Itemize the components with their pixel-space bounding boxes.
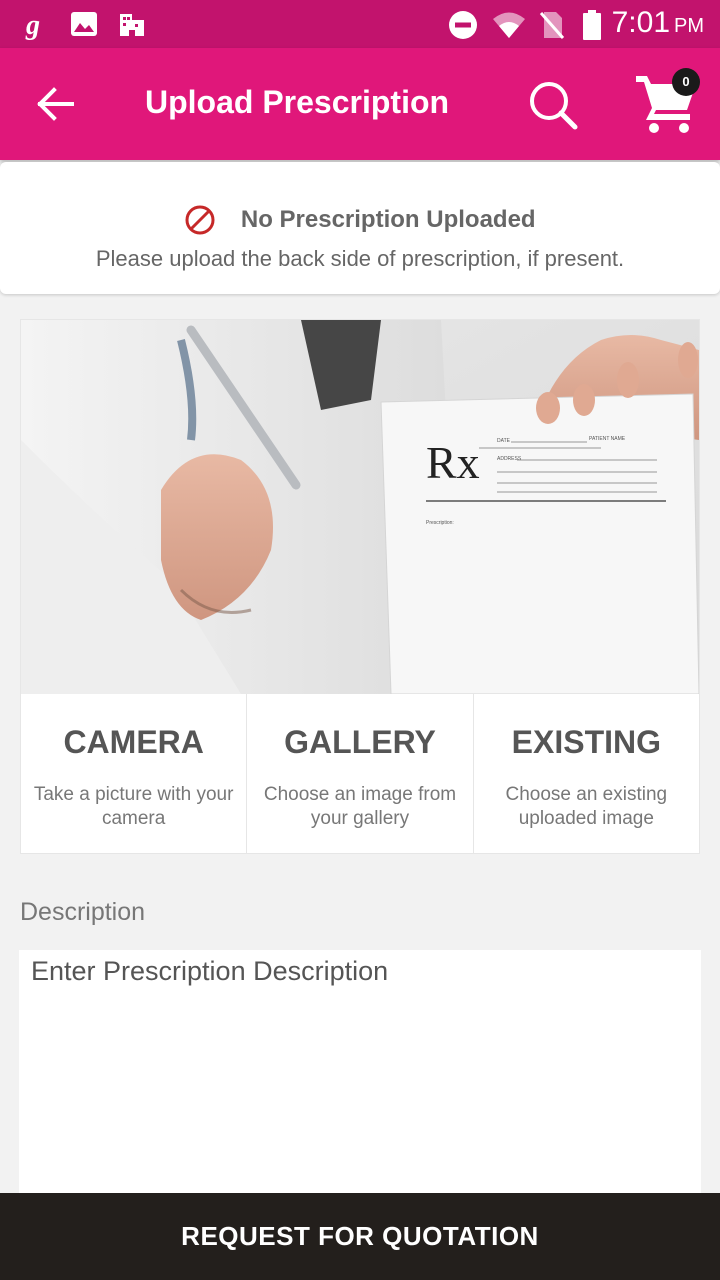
building-icon	[120, 14, 144, 36]
status-bar: g 7:01 PM	[0, 0, 720, 48]
back-arrow-icon	[37, 87, 74, 121]
search-button[interactable]	[526, 78, 580, 132]
status-time-value: 7:01	[611, 6, 670, 39]
upload-card: Rx DATE PATIENT NAME ADDRESS Prescriptio…	[20, 319, 700, 854]
back-button[interactable]	[32, 84, 80, 124]
hero-form-address: ADDRESS	[497, 456, 522, 462]
prescription-hero-image: Rx DATE PATIENT NAME ADDRESS Prescriptio…	[21, 320, 699, 694]
status-time: 7:01 PM	[612, 6, 704, 40]
existing-option-desc: Choose an existing uploaded image	[505, 784, 668, 829]
cart-count-badge: 0	[672, 68, 700, 96]
app-bar: Upload Prescription	[0, 48, 720, 160]
prescription-status-card: No Prescription Uploaded Please upload t…	[0, 162, 720, 294]
gallery-option-desc: Choose an image from your gallery	[263, 784, 457, 829]
page-title: Upload Prescription	[145, 84, 450, 120]
prohibited-icon	[185, 205, 215, 235]
hero-form-prescription: Prescription:	[426, 520, 454, 526]
no-sim-icon	[539, 12, 565, 39]
status-subtitle: Please upload the back side of prescript…	[95, 246, 625, 271]
g-app-icon: g	[25, 10, 40, 40]
search-icon	[530, 82, 578, 130]
wifi-icon	[493, 12, 525, 38]
hero-rx-symbol: Rx	[426, 437, 480, 488]
request-quotation-button[interactable]: REQUEST FOR QUOTATION	[0, 1193, 720, 1280]
camera-option-desc: Take a picture with your camera	[33, 784, 234, 829]
doctor-holding-prescription-illustration: Rx DATE PATIENT NAME ADDRESS Prescriptio…	[21, 320, 699, 694]
hero-form-date: DATE	[497, 438, 511, 444]
svg-text:g: g	[25, 10, 40, 40]
camera-option-title: CAMERA	[63, 724, 204, 760]
upload-options: CAMERA Take a picture with your camera G…	[21, 694, 699, 854]
do-not-disturb-icon	[449, 11, 477, 39]
status-time-ampm: PM	[674, 15, 704, 37]
camera-option[interactable]: CAMERA Take a picture with your camera	[21, 694, 248, 854]
status-row: No Prescription Uploaded	[0, 204, 720, 236]
hero-form-patient: PATIENT NAME	[589, 436, 626, 442]
gallery-option[interactable]: GALLERY Choose an image from your galler…	[247, 694, 474, 854]
gallery-option-title: GALLERY	[284, 724, 436, 760]
existing-option[interactable]: EXISTING Choose an existing uploaded ima…	[474, 694, 699, 854]
status-title: No Prescription Uploaded	[240, 206, 536, 233]
existing-option-title: EXISTING	[511, 724, 661, 760]
battery-icon	[583, 10, 601, 40]
description-label: Description	[20, 898, 146, 926]
description-input[interactable]	[19, 950, 701, 1210]
image-icon	[71, 12, 97, 36]
